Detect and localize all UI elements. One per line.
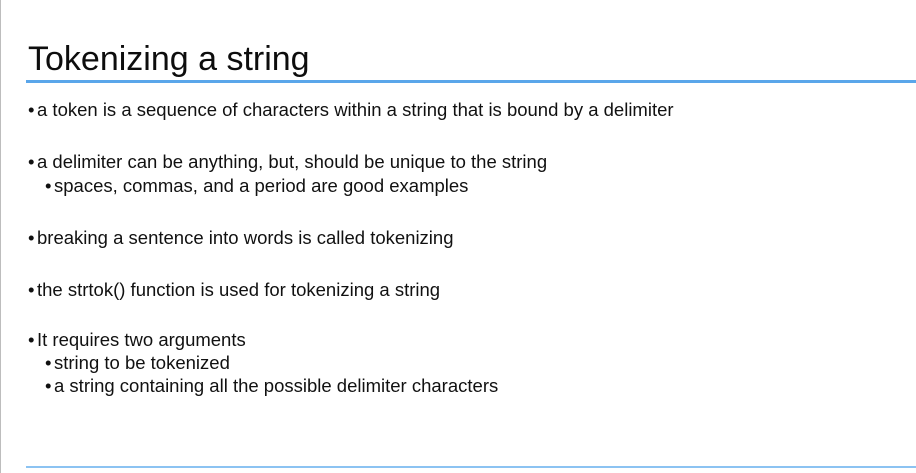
bullet-text: string to be tokenized <box>54 352 230 373</box>
bullet-text: spaces, commas, and a period are good ex… <box>54 175 469 196</box>
bullet-icon: • <box>45 352 52 373</box>
sub-bullet-delimiter-examples: • spaces, commas, and a period are good e… <box>45 175 468 197</box>
bullet-text: a delimiter can be anything, but, should… <box>37 151 548 172</box>
sub-bullet-string-argument: • string to be tokenized <box>45 352 230 374</box>
bullet-text: breaking a sentence into words is called… <box>37 227 454 248</box>
bullet-text: a token is a sequence of characters with… <box>37 99 674 120</box>
bullet-icon: • <box>28 227 35 248</box>
sub-bullet-delimiter-argument: • a string containing all the possible de… <box>45 375 498 397</box>
bullet-icon: • <box>45 375 52 396</box>
slide-left-border <box>0 0 1 473</box>
bullet-icon: • <box>28 151 35 172</box>
footer-divider <box>26 466 916 468</box>
bullet-tokenizing-definition: • breaking a sentence into words is calle… <box>28 227 454 249</box>
bullet-text: the strtok() function is used for tokeni… <box>37 279 441 300</box>
bullet-delimiter-definition: • a delimiter can be anything, but, shoul… <box>28 151 547 173</box>
slide-title: Tokenizing a string <box>28 40 310 78</box>
bullet-token-definition: • a token is a sequence of characters wit… <box>28 99 674 121</box>
slide: Tokenizing a string • a token is a sequen… <box>0 0 916 473</box>
bullet-strtok-function: • the strtok() function is used for token… <box>28 279 440 301</box>
bullet-icon: • <box>28 329 35 350</box>
bullet-text: a string containing all the possible del… <box>54 375 499 396</box>
bullet-icon: • <box>45 175 52 196</box>
bullet-text: It requires two arguments <box>37 329 246 350</box>
bullet-icon: • <box>28 99 35 120</box>
bullet-requires-arguments: • It requires two arguments <box>28 329 246 351</box>
bullet-icon: • <box>28 279 35 300</box>
title-underline <box>26 80 916 83</box>
